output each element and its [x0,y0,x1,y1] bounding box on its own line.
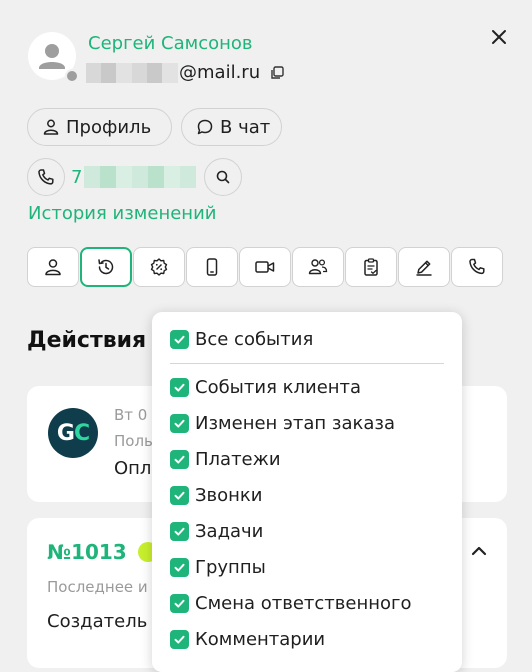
divider [170,363,444,364]
filter-label: Платежи [195,449,281,470]
check-icon [174,635,185,644]
clipboard-icon [364,258,378,276]
event-user: Поль [114,432,153,450]
profile-button[interactable]: Профиль [27,108,172,146]
chat-button[interactable]: В чат [181,108,282,146]
search-icon [216,170,230,184]
chevron-up-icon[interactable] [468,540,490,562]
filter-item[interactable]: Задачи [170,521,263,542]
close-icon[interactable] [488,26,510,48]
checkbox-checked[interactable] [170,330,189,349]
filter-item[interactable]: Группы [170,557,266,578]
tab-users[interactable] [292,247,344,287]
filter-label: Задачи [195,521,264,542]
user-icon [45,259,61,276]
discount-icon [150,258,168,276]
status-indicator [65,69,79,83]
video-icon [255,261,275,273]
chat-icon [197,119,213,135]
checkbox-checked[interactable] [170,378,189,397]
filter-label: Комментарии [195,629,326,650]
checkbox-checked[interactable] [170,414,189,433]
tab-video[interactable] [239,247,291,287]
tab-tasks[interactable] [345,247,397,287]
email-row: @mail.ru [86,62,284,83]
profile-label: Профиль [66,116,152,138]
checkbox-checked[interactable] [170,558,189,577]
tab-discounts[interactable] [133,247,185,287]
phone-number[interactable]: 7 [71,166,197,188]
order-number[interactable]: №1013 [47,540,127,564]
phone-prefix: 7 [71,166,83,188]
checkbox-checked[interactable] [170,522,189,541]
filter-label: Группы [195,557,266,578]
filter-label: Все события [195,329,314,350]
tab-row [27,247,504,287]
call-button[interactable] [27,158,65,196]
pen-icon [416,260,432,276]
filter-item[interactable]: Комментарии [170,629,325,650]
integration-avatar: GC [48,408,98,458]
check-icon [174,455,185,464]
filter-label: Смена ответственного [195,593,412,614]
filter-item[interactable]: Изменен этап заказа [170,413,395,434]
event-text: Опл [114,458,152,479]
event-filter-dropdown: Все события События клиента Изменен этап… [152,312,462,672]
check-icon [174,491,185,500]
filter-item[interactable]: События клиента [170,377,361,398]
filter-label: Изменен этап заказа [195,413,396,434]
check-icon [174,563,185,572]
filter-label: События клиента [195,377,362,398]
checkbox-checked[interactable] [170,594,189,613]
filter-item[interactable]: Звонки [170,485,263,506]
check-icon [174,335,185,344]
section-title: Действия [27,328,147,353]
email-redacted [86,62,178,83]
tab-mobile[interactable] [186,247,238,287]
phone-redacted [84,166,197,188]
history-link[interactable]: История изменений [28,203,216,224]
check-icon [174,599,185,608]
tab-profile[interactable] [27,247,79,287]
users-icon [308,259,328,275]
email-suffix: @mail.ru [179,62,261,83]
order-last-update: Последнее и [47,578,148,596]
phone-search-button[interactable] [204,158,242,196]
avatar-letter-c: C [73,420,90,446]
phone-icon [38,169,54,185]
mobile-icon [206,258,218,276]
checkbox-checked[interactable] [170,630,189,649]
filter-all-events[interactable]: Все события [170,329,313,350]
filter-label: Звонки [195,485,263,506]
copy-icon[interactable] [270,65,284,80]
tab-calls[interactable] [451,247,503,287]
tab-notes[interactable] [398,247,450,287]
phone-icon [469,258,485,275]
checkbox-checked[interactable] [170,486,189,505]
check-icon [174,383,185,392]
avatar-letter-g: G [56,420,75,446]
checkbox-checked[interactable] [170,450,189,469]
check-icon [174,419,185,428]
event-date: Вт 0 [114,406,148,424]
tab-history[interactable] [80,247,132,287]
check-icon [174,527,185,536]
user-icon [43,119,59,135]
client-name[interactable]: Сергей Самсонов [88,33,253,54]
history-icon [98,259,114,275]
chat-label: В чат [220,116,271,138]
filter-item[interactable]: Смена ответственного [170,593,412,614]
order-creator: Создатель [47,611,148,632]
filter-item[interactable]: Платежи [170,449,281,470]
